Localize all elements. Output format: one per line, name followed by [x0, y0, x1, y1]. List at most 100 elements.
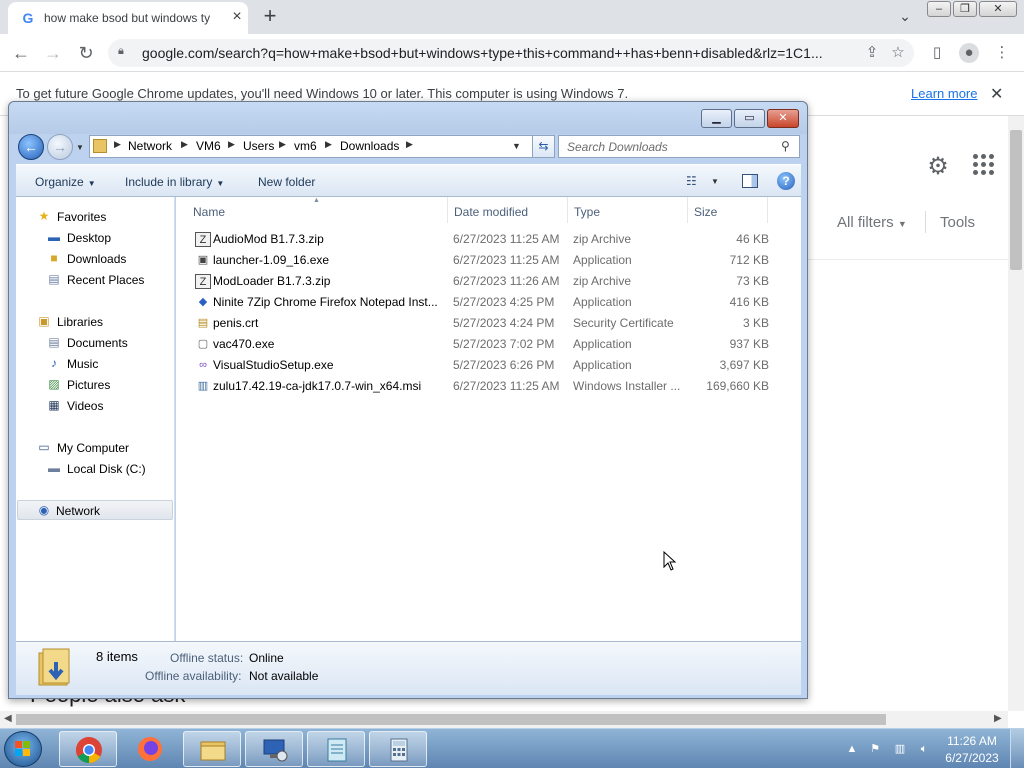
include-in-library-menu[interactable]: Include in library ▼ [125, 175, 224, 189]
google-apps-grid-icon[interactable] [973, 154, 995, 176]
breadcrumb-separator-icon[interactable]: ▶ [114, 139, 121, 150]
address-bar[interactable]: 🔒︎ google.com/search?q=how+make+bsod+but… [108, 39, 914, 67]
nav-videos[interactable]: ▦ Videos [46, 396, 166, 416]
taskbar-remote-desktop[interactable] [245, 731, 303, 767]
recent-pages-dropdown-icon[interactable]: ▼ [76, 143, 84, 152]
window-minimize-button[interactable]: – [927, 1, 951, 17]
nav-local-disk[interactable]: ▬ Local Disk (C:) [46, 459, 166, 479]
nav-pictures[interactable]: ▨ Pictures [46, 375, 166, 395]
start-button[interactable] [4, 731, 42, 767]
explorer-minimize-button[interactable]: ▁ [701, 109, 732, 128]
file-row[interactable]: ▤ penis.crt 5/27/2023 4:24 PM Security C… [186, 313, 776, 334]
explorer-close-button[interactable]: ✕ [767, 109, 799, 128]
explorer-maximize-button[interactable]: ▭ [734, 109, 765, 128]
explorer-address-bar[interactable]: ▶ Network ▶ VM6 ▶ Users ▶ vm6 ▶ Download… [89, 135, 533, 158]
file-row[interactable]: Z AudioMod B1.7.3.zip 6/27/2023 11:25 AM… [186, 229, 776, 250]
page-vertical-scrollbar[interactable] [1008, 116, 1024, 711]
column-header-date-modified[interactable]: Date modified [454, 205, 528, 219]
column-header-type[interactable]: Type [574, 205, 600, 219]
scroll-thumb[interactable] [1010, 130, 1022, 270]
explorer-titlebar[interactable]: ▁ ▭ ✕ [9, 102, 807, 134]
file-row[interactable]: ◆ Ninite 7Zip Chrome Firefox Notepad Ins… [186, 292, 776, 313]
search-downloads-input[interactable]: Search Downloads ⚲ [558, 135, 800, 158]
file-row[interactable]: Z ModLoader B1.7.3.zip 6/27/2023 11:26 A… [186, 271, 776, 292]
file-row[interactable]: ▣ launcher-1.09_16.exe 6/27/2023 11:25 A… [186, 250, 776, 271]
address-history-dropdown-icon[interactable]: ▼ [512, 141, 521, 151]
show-hidden-icons-icon[interactable]: ▲ [845, 742, 859, 756]
infobar-close-icon[interactable]: ✕ [990, 84, 1003, 104]
window-restore-button[interactable]: ❐ [953, 1, 977, 17]
search-icon[interactable]: ⚲ [781, 139, 790, 153]
side-panel-icon[interactable]: ▯ [927, 43, 947, 63]
taskbar-chrome[interactable] [59, 731, 117, 767]
breadcrumb-vm6[interactable]: VM6 [196, 139, 221, 153]
bookmark-star-icon[interactable]: ☆ [888, 43, 908, 63]
column-divider[interactable] [687, 197, 688, 223]
preview-pane-icon[interactable] [742, 174, 758, 188]
show-desktop-button[interactable] [1010, 729, 1024, 768]
network-tray-icon[interactable]: ▥ [893, 742, 907, 756]
all-filters-button[interactable]: All filters ▼ [837, 214, 907, 231]
tab-close-icon[interactable]: × [229, 9, 245, 25]
breadcrumb-separator-icon[interactable]: ▶ [325, 139, 332, 150]
tools-button[interactable]: Tools [940, 214, 975, 231]
share-icon[interactable]: ⇪ [862, 43, 882, 63]
breadcrumb-separator-icon[interactable]: ▶ [406, 139, 413, 150]
organize-menu[interactable]: Organize ▼ [35, 175, 96, 189]
column-header-size[interactable]: Size [694, 205, 717, 219]
help-icon[interactable]: ? [777, 172, 795, 190]
tab-search-chevron-icon[interactable]: ⌄ [896, 8, 914, 26]
settings-gear-icon[interactable]: ⚙ [925, 154, 951, 180]
back-arrow-icon[interactable]: ← [10, 42, 32, 64]
breadcrumb-users[interactable]: Users [243, 139, 274, 153]
nav-my-computer[interactable]: ▭ My Computer [36, 438, 166, 458]
new-folder-button[interactable]: New folder [258, 175, 315, 189]
scroll-left-arrow-icon[interactable]: ◀ [4, 713, 12, 724]
breadcrumb-separator-icon[interactable]: ▶ [228, 139, 235, 150]
window-close-button[interactable]: ✕ [979, 1, 1017, 17]
file-row[interactable]: ▢ vac470.exe 5/27/2023 7:02 PM Applicati… [186, 334, 776, 355]
refresh-icon[interactable]: ⇆ [533, 135, 555, 158]
explorer-forward-button[interactable]: → [47, 134, 73, 160]
nav-desktop[interactable]: ▬ Desktop [46, 228, 166, 248]
browser-tab[interactable]: G how make bsod but windows ty × [8, 2, 248, 34]
breadcrumb-network[interactable]: Network [128, 139, 172, 153]
column-divider[interactable] [447, 197, 448, 223]
action-center-flag-icon[interactable]: ⚑ [868, 742, 882, 756]
url-text[interactable]: google.com/search?q=how+make+bsod+but+wi… [142, 45, 842, 61]
change-view-icon[interactable]: ☷ [686, 174, 702, 188]
nav-network[interactable]: ◉ Network [17, 500, 173, 520]
nav-favorites[interactable]: ★ Favorites [36, 207, 166, 227]
nav-documents[interactable]: ▤ Documents [46, 333, 166, 353]
column-divider[interactable] [767, 197, 768, 223]
taskbar-explorer[interactable] [183, 731, 241, 767]
new-tab-button[interactable]: + [259, 5, 281, 28]
scroll-right-arrow-icon[interactable]: ▶ [994, 713, 1002, 724]
file-row[interactable]: ▥ zulu17.42.19-ca-jdk17.0.7-win_x64.msi … [186, 376, 776, 397]
learn-more-link[interactable]: Learn more [911, 86, 977, 101]
tray-date[interactable]: 6/27/2023 [940, 751, 1004, 765]
forward-arrow-icon[interactable]: → [42, 42, 64, 64]
taskbar-firefox[interactable] [121, 731, 179, 767]
nav-downloads[interactable]: ■ Downloads [46, 249, 166, 269]
lock-icon[interactable]: 🔒︎ [118, 45, 132, 61]
scroll-thumb-horizontal[interactable] [16, 714, 886, 725]
reload-icon[interactable]: ↻ [75, 42, 97, 64]
view-dropdown-icon[interactable]: ▼ [711, 177, 719, 186]
column-header-name[interactable]: Name [193, 205, 225, 219]
breadcrumb-downloads[interactable]: Downloads [340, 139, 399, 153]
file-row[interactable]: ∞ VisualStudioSetup.exe 5/27/2023 6:26 P… [186, 355, 776, 376]
page-horizontal-scrollbar[interactable]: ◀ ▶ [0, 711, 1008, 728]
breadcrumb-separator-icon[interactable]: ▶ [279, 139, 286, 150]
taskbar-calculator[interactable] [369, 731, 427, 767]
menu-kebab-icon[interactable]: ⋮ [992, 43, 1012, 63]
profile-avatar-icon[interactable]: ● [959, 43, 979, 63]
volume-muted-icon[interactable]: 🔈︎ [917, 742, 931, 756]
column-divider[interactable] [567, 197, 568, 223]
nav-libraries[interactable]: ▣ Libraries [36, 312, 166, 332]
explorer-back-button[interactable]: ← [18, 134, 44, 160]
tray-time[interactable]: 11:26 AM [940, 734, 1004, 748]
breadcrumb-vm6-user[interactable]: vm6 [294, 139, 317, 153]
breadcrumb-separator-icon[interactable]: ▶ [181, 139, 188, 150]
nav-music[interactable]: ♪ Music [46, 354, 166, 374]
